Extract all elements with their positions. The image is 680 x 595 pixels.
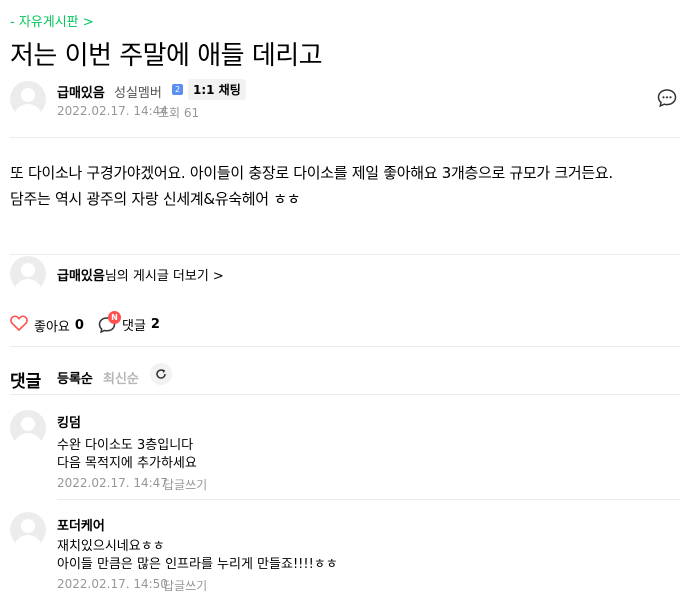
comment-date: 2022.02.17. 14:50	[57, 577, 168, 591]
new-badge: N	[108, 310, 121, 324]
author-grade: 성실멤버	[114, 86, 162, 101]
action-divider	[10, 346, 680, 347]
comments-divider	[10, 394, 680, 395]
sort-register-tab[interactable]: 등록순	[57, 368, 93, 387]
comment-button[interactable]: N 댓글 2	[98, 310, 160, 334]
reply-button[interactable]: 답글쓰기	[163, 476, 207, 493]
comment-divider	[57, 499, 680, 500]
post-date: 2022.02.17. 14:44	[57, 104, 168, 118]
sort-latest-tab[interactable]: 최신순	[103, 368, 139, 387]
grade-icon: 2	[172, 84, 183, 95]
comment-text-line: 재치있으시네요ㅎㅎ	[57, 539, 165, 554]
comment-label: 댓글	[122, 319, 146, 334]
more-posts-suffix: 님의 게시글 더보기 >	[104, 269, 224, 284]
refresh-icon	[155, 365, 167, 384]
post-title: 저는 이번 주말에 애들 데리고	[10, 41, 323, 71]
comment-bubble-icon[interactable]	[657, 88, 677, 112]
board-link[interactable]: - 자유게시판 >	[10, 11, 94, 30]
reply-button[interactable]: 답글쓰기	[163, 577, 207, 594]
comment-avatar[interactable]	[10, 512, 46, 548]
comment-text-line: 수완 다이소도 3층입니다	[57, 438, 194, 453]
comment-count: 2	[150, 317, 160, 332]
like-count: 0	[74, 317, 84, 333]
post-views: 조회 61	[158, 106, 200, 120]
post-body: 또 다이소나 구경가야겠어요. 아이들이 충장로 다이소를 제일 좋아해요 3개…	[10, 160, 680, 212]
author-avatar[interactable]	[10, 81, 46, 117]
post-body-line: 또 다이소나 구경가야겠어요. 아이들이 충장로 다이소를 제일 좋아해요 3개…	[10, 164, 613, 182]
like-button[interactable]: 좋아요 0	[10, 315, 84, 335]
header-divider	[10, 137, 680, 138]
author-nick[interactable]: 급매있음	[57, 82, 105, 101]
footer-author-avatar[interactable]	[10, 256, 46, 292]
comment-text-line: 다음 목적지에 추가하세요	[57, 456, 197, 471]
post-body-line: 담주는 역시 광주의 자랑 신세계&유숙헤어 ㅎㅎ	[10, 190, 301, 208]
refresh-button[interactable]	[150, 363, 172, 385]
heart-icon	[10, 315, 28, 335]
comments-heading: 댓글	[10, 372, 42, 392]
like-label: 좋아요	[34, 319, 70, 335]
body-divider	[10, 254, 680, 255]
more-posts-link[interactable]: 급매있음님의 게시글 더보기 >	[57, 265, 224, 284]
comment-nick[interactable]: 킹덤	[57, 412, 81, 431]
comment-nick[interactable]: 포더케어	[57, 515, 105, 534]
more-posts-nick: 급매있음	[57, 269, 105, 284]
comment-icon: N	[98, 310, 121, 334]
chat-button[interactable]: 1:1 채팅	[188, 79, 246, 100]
comment-avatar[interactable]	[10, 410, 46, 446]
comment-date: 2022.02.17. 14:47	[57, 476, 168, 490]
comment-text-line: 아이들 만큼은 많은 인프라를 누리게 만들죠!!!!ㅎㅎ	[57, 557, 338, 572]
